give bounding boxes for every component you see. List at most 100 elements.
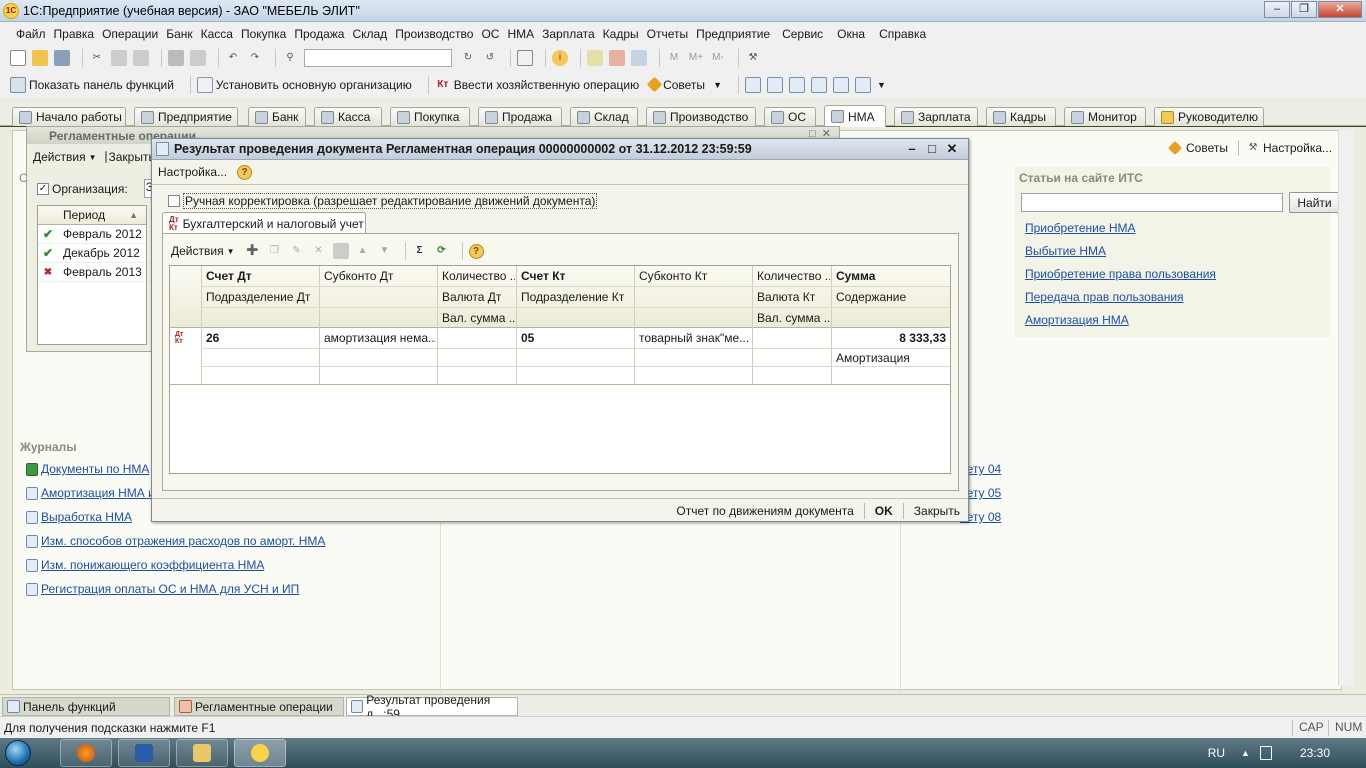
language-indicator[interactable]: RU xyxy=(1208,746,1225,760)
cell-subconto-kt[interactable]: товарный знак"ме... xyxy=(635,331,751,345)
menu-enterprise[interactable]: Предприятие xyxy=(696,27,770,41)
table-row[interactable]: ✖ Февраль 2013 xyxy=(38,263,146,282)
delete-icon[interactable]: ✕ xyxy=(311,243,327,259)
employees-icon[interactable] xyxy=(810,76,827,93)
find-next-icon[interactable]: ↻ xyxy=(460,50,476,66)
tab-os[interactable]: ОС xyxy=(764,107,816,126)
window-tab-functions-panel[interactable]: Панель функций xyxy=(2,697,170,716)
col-header-content[interactable]: Содержание xyxy=(832,290,949,304)
copy-row-icon[interactable]: ❐ xyxy=(267,243,283,259)
menu-salary[interactable]: Зарплата xyxy=(542,27,595,41)
journal-item[interactable]: Изм. способов отражения расходов по амор… xyxy=(26,534,325,548)
chart-of-accounts-icon[interactable] xyxy=(744,76,761,93)
move-up-icon[interactable]: ▲ xyxy=(355,243,371,259)
clock[interactable]: 23:30 xyxy=(1300,746,1330,760)
col-header-cur-sum-kt[interactable]: Вал. сумма ... xyxy=(753,311,830,325)
cell-sum[interactable]: 8 333,33 xyxy=(832,331,946,345)
refresh-icon[interactable]: ⟳ xyxy=(434,243,450,259)
report-icon[interactable] xyxy=(832,76,849,93)
calendar-icon[interactable] xyxy=(609,50,625,66)
cut-icon[interactable]: ✂ xyxy=(89,50,105,66)
tab-start[interactable]: Начало работы xyxy=(12,107,126,126)
memory-m-icon[interactable]: M xyxy=(666,50,682,66)
new-icon[interactable] xyxy=(10,50,26,66)
movements-actions-button[interactable]: Действия xyxy=(171,244,224,258)
end-edit-icon[interactable] xyxy=(332,243,349,259)
minimize-button[interactable]: – xyxy=(1264,1,1290,18)
taskbar-firefox[interactable] xyxy=(60,739,112,767)
dialog-minimize-button[interactable]: – xyxy=(902,141,922,157)
menu-sale[interactable]: Продажа xyxy=(294,27,344,41)
restore-button[interactable]: ❐ xyxy=(1291,1,1317,18)
tab-monitor[interactable]: Монитор xyxy=(1064,107,1146,126)
menu-cash[interactable]: Касса xyxy=(201,27,233,41)
dialog-settings-button[interactable]: Настройка... xyxy=(158,165,227,179)
ok-button[interactable]: OK xyxy=(875,504,893,518)
its-link[interactable]: Передача прав пользования xyxy=(1025,290,1184,304)
menu-os[interactable]: ОС xyxy=(481,27,499,41)
info-icon[interactable]: i xyxy=(552,50,568,66)
tab-hr[interactable]: Кадры xyxy=(986,107,1056,126)
menu-warehouse[interactable]: Склад xyxy=(352,27,387,41)
menu-operations[interactable]: Операции xyxy=(102,27,158,41)
manual-adjust-checkbox[interactable] xyxy=(168,195,180,207)
menu-reports[interactable]: Отчеты xyxy=(647,27,688,41)
its-link[interactable]: Приобретение НМА xyxy=(1025,221,1136,235)
tab-salary[interactable]: Зарплата xyxy=(894,107,978,126)
table-row[interactable]: ✔ Декабрь 2012 xyxy=(38,244,146,263)
settings-icon[interactable] xyxy=(854,76,871,93)
menu-bank[interactable]: Банк xyxy=(166,27,192,41)
panel-scrollbar[interactable] xyxy=(1338,130,1354,686)
memory-minus-icon[interactable]: M- xyxy=(710,50,726,66)
journal-link[interactable]: Изм. способов отражения расходов по амор… xyxy=(41,534,325,548)
journal-link[interactable]: Регистрация оплаты ОС и НМА для УСН и ИП xyxy=(41,582,299,596)
tab-enterprise[interactable]: Предприятие xyxy=(134,107,238,126)
help-icon[interactable]: ? xyxy=(468,243,484,259)
tools-icon[interactable]: ⚒ xyxy=(745,50,761,66)
col-header-kt-account[interactable]: Счет Кт xyxy=(517,269,633,283)
menu-help[interactable]: Справка xyxy=(879,27,926,41)
taskbar-word[interactable] xyxy=(118,739,170,767)
col-header-dt-account[interactable]: Счет Дт xyxy=(202,269,318,283)
sum-icon[interactable]: Σ xyxy=(412,243,428,259)
open-icon[interactable] xyxy=(32,50,48,66)
menu-service[interactable]: Сервис xyxy=(782,27,823,41)
journal-link[interactable]: Изм. понижающего коэффициента НМА xyxy=(41,558,264,572)
tips-link[interactable]: Советы xyxy=(1186,141,1228,155)
save-icon[interactable] xyxy=(54,50,70,66)
col-header-cur-sum-dt[interactable]: Вал. сумма ... xyxy=(438,311,515,325)
close-button[interactable]: ✕ xyxy=(1318,1,1362,18)
set-org-button[interactable]: Установить основную организацию xyxy=(196,76,412,93)
journal-item[interactable]: Изм. понижающего коэффициента НМА xyxy=(26,558,264,572)
col-header-dept-kt[interactable]: Подразделение Кт xyxy=(517,290,633,304)
enter-operation-button[interactable]: Кт Ввести хозяйственную операцию xyxy=(435,77,639,93)
cell-dt-account[interactable]: 26 xyxy=(202,331,318,345)
movements-report-button[interactable]: Отчет по движениям документа xyxy=(676,504,853,518)
tab-director[interactable]: Руководителю xyxy=(1154,107,1264,126)
tab-cash[interactable]: Касса xyxy=(314,107,382,126)
dialog-close-text-button[interactable]: Закрыть xyxy=(914,504,960,518)
regl-actions-button[interactable]: Действия xyxy=(33,150,86,164)
dialog-maximize-button[interactable]: □ xyxy=(922,141,942,157)
show-panel-button[interactable]: Показать панель функций xyxy=(10,76,174,93)
journal-icon[interactable] xyxy=(766,76,783,93)
search-combo[interactable] xyxy=(304,49,452,67)
print-icon[interactable] xyxy=(168,50,184,66)
col-header-qty-dt[interactable]: Количество ... xyxy=(438,269,515,283)
journal-item[interactable]: Регистрация оплаты ОС и НМА для УСН и ИП xyxy=(26,582,299,596)
find-icon[interactable]: ⚲ xyxy=(282,50,298,66)
tab-accounting[interactable]: Дт Кт Бухгалтерский и налоговый учет xyxy=(162,212,366,234)
menu-hr[interactable]: Кадры xyxy=(603,27,639,41)
col-header-subconto-dt[interactable]: Субконто Дт xyxy=(320,269,436,283)
journal-item[interactable]: Документы по НМА xyxy=(26,462,149,476)
preview-icon[interactable] xyxy=(190,50,206,66)
menu-nma[interactable]: НМА xyxy=(507,27,534,41)
windows-icon[interactable] xyxy=(517,50,533,66)
its-link[interactable]: Выбытие НМА xyxy=(1025,244,1106,258)
menu-purchase[interactable]: Покупка xyxy=(241,27,286,41)
undo-icon[interactable]: ↶ xyxy=(225,50,241,66)
col-header-dept-dt[interactable]: Подразделение Дт xyxy=(202,290,318,304)
taskbar-1c[interactable] xyxy=(234,739,286,767)
tab-nma[interactable]: НМА xyxy=(824,105,886,127)
menu-edit[interactable]: Правка xyxy=(54,27,95,41)
